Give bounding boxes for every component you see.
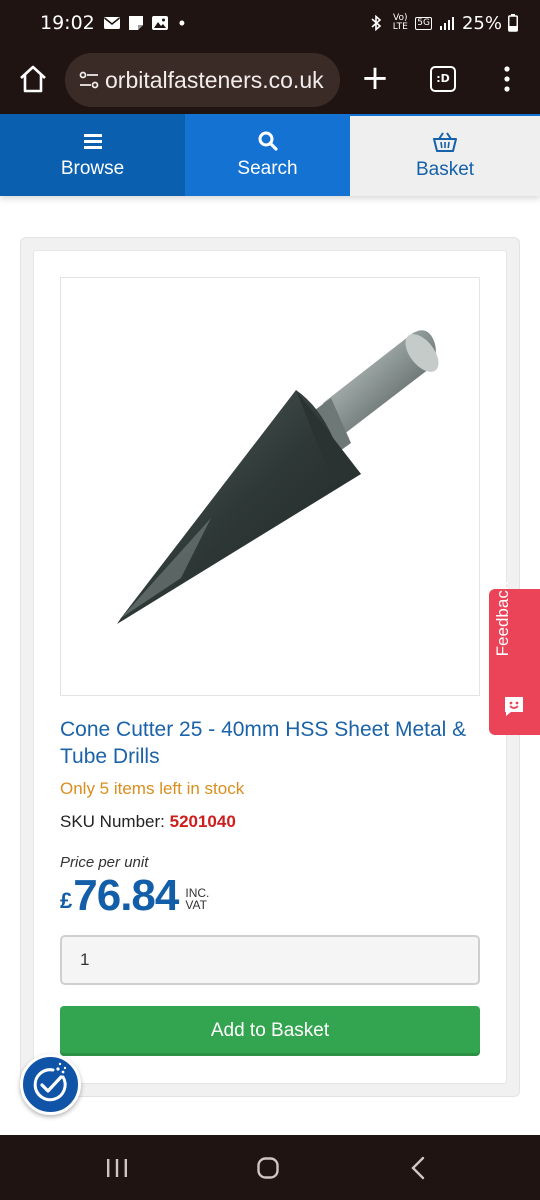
search-label: Search bbox=[237, 158, 298, 179]
tabs-icon[interactable]: :D bbox=[430, 66, 456, 92]
quantity-input[interactable] bbox=[60, 935, 480, 985]
accessibility-button[interactable] bbox=[20, 1054, 81, 1115]
product-image[interactable] bbox=[60, 277, 480, 696]
bluetooth-icon bbox=[371, 15, 382, 31]
gallery-icon bbox=[151, 16, 168, 30]
signal-icon bbox=[439, 17, 454, 30]
stock-status: Only 5 items left in stock bbox=[60, 779, 245, 798]
status-time: 19:02 bbox=[40, 12, 95, 34]
network-type-icon: 5G bbox=[415, 16, 432, 30]
cone-cutter-image bbox=[117, 330, 439, 624]
accessibility-icon bbox=[33, 1062, 67, 1102]
search-icon bbox=[258, 131, 278, 151]
sku-label: SKU Number: bbox=[60, 812, 165, 831]
sku-value: 5201040 bbox=[169, 812, 236, 831]
mail-icon bbox=[103, 17, 120, 29]
notification-icons: • bbox=[103, 13, 185, 34]
smiley-icon bbox=[505, 697, 523, 716]
basket-tab[interactable]: Basket bbox=[350, 114, 540, 196]
hamburger-icon bbox=[83, 134, 102, 149]
basket-label: Basket bbox=[415, 159, 475, 180]
note-icon bbox=[128, 16, 143, 30]
url-text: orbitalfasteners.co.uk bbox=[105, 66, 324, 93]
price-amount: 76.84 bbox=[73, 871, 179, 920]
product-title[interactable]: Cone Cutter 25 - 40mm HSS Sheet Metal & … bbox=[60, 716, 480, 770]
basket-icon bbox=[433, 132, 457, 152]
status-bar: 19:02 • Vo) LTE 5G 25% bbox=[0, 0, 540, 46]
price: £ 76.84 INC. VAT bbox=[60, 868, 209, 920]
status-dot: • bbox=[178, 12, 186, 33]
tune-icon[interactable] bbox=[77, 68, 101, 92]
system-status-icons: Vo) LTE 5G 25% bbox=[367, 13, 518, 34]
battery-percent: 25% bbox=[461, 12, 502, 34]
add-to-basket-button[interactable]: Add to Basket bbox=[60, 1006, 480, 1056]
home-nav-icon[interactable] bbox=[255, 1155, 281, 1181]
vat-line2: VAT bbox=[185, 898, 207, 912]
battery-icon bbox=[508, 14, 518, 32]
home-icon[interactable] bbox=[16, 62, 50, 96]
site-nav: Browse Search Basket bbox=[0, 114, 540, 196]
back-icon[interactable] bbox=[406, 1155, 432, 1181]
browser-toolbar: orbitalfasteners.co.uk + :D bbox=[0, 46, 540, 114]
address-bar[interactable]: orbitalfasteners.co.uk bbox=[65, 53, 340, 107]
more-vert-icon[interactable] bbox=[500, 64, 514, 94]
recents-icon[interactable] bbox=[104, 1155, 130, 1181]
system-nav-bar bbox=[0, 1135, 540, 1200]
sku-line: SKU Number: 5201040 bbox=[60, 812, 236, 832]
volte-icon: Vo) LTE bbox=[392, 13, 408, 32]
vat-label: INC. VAT bbox=[185, 887, 209, 911]
browse-tab[interactable]: Browse bbox=[0, 114, 185, 196]
price-currency: £ bbox=[60, 888, 73, 913]
feedback-label: Feedback bbox=[493, 581, 512, 657]
feedback-tab[interactable]: Feedback bbox=[489, 582, 540, 735]
plus-icon[interactable]: + bbox=[360, 61, 390, 97]
browse-label: Browse bbox=[60, 158, 125, 179]
search-tab[interactable]: Search bbox=[185, 114, 350, 196]
